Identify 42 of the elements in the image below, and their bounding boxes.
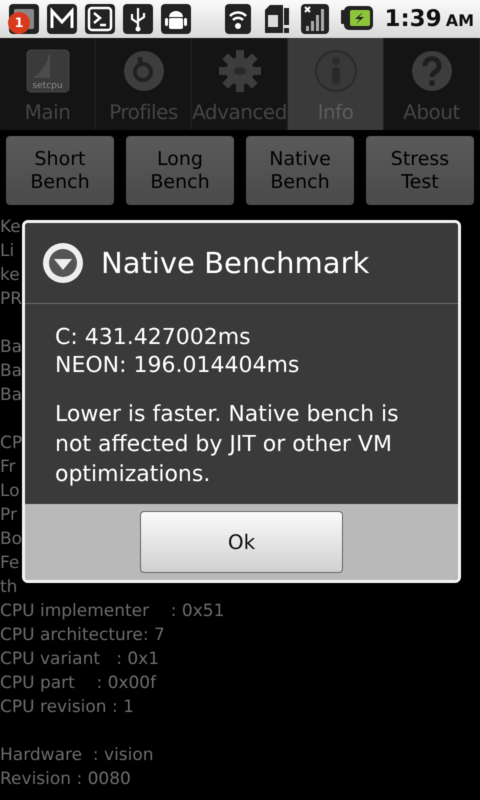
info-text: Ke: [0, 216, 21, 239]
info-text: Ba: [0, 336, 22, 359]
dialog-message: Lower is faster. Native bench is not affected by JIT or other VM optimizations.: [55, 401, 400, 489]
info-text: Fe: [0, 552, 20, 575]
dialog-title: Native Benchmark: [101, 246, 370, 280]
info-text: CPU part : 0x00f: [0, 672, 156, 695]
info-text: CPU revision : 1: [0, 696, 134, 719]
bench-button[interactable]: Long Bench: [126, 136, 234, 205]
bench-button[interactable]: Short Bench: [6, 136, 114, 205]
logo-text: setcpu: [31, 81, 64, 91]
wifi-icon: [224, 2, 252, 36]
chart-logo-icon: [24, 48, 70, 94]
info-text: PR: [0, 288, 22, 311]
sim-card-icon: [262, 2, 290, 36]
usb-icon: [122, 2, 154, 36]
clock-time: 1:39: [384, 6, 442, 32]
info-text: CPU variant : 0x1: [0, 648, 160, 671]
clock-meridiem: AM: [446, 11, 474, 30]
mail-icon: [46, 2, 78, 36]
info-text: CP: [0, 432, 22, 455]
signal-icon: [300, 2, 330, 36]
android-icon: [160, 2, 192, 36]
result-text: NEON: 196.014404ms: [55, 352, 300, 380]
terminal-icon: [84, 2, 116, 36]
info-text: Li: [0, 240, 14, 263]
info-text: Hardware : vision: [0, 744, 154, 767]
info-text: Pr: [0, 504, 17, 527]
info-text: th: [0, 576, 18, 599]
info-text: Bo: [0, 528, 22, 551]
gear-icon: [216, 48, 262, 94]
info-text: CPU architecture: 7: [0, 624, 165, 647]
info-text: Fr: [0, 456, 16, 479]
result-text: C: 431.427002ms: [55, 324, 252, 352]
bench-button[interactable]: Native Bench: [246, 136, 354, 205]
info-text: ke: [0, 264, 20, 287]
info-text: Lo: [0, 480, 20, 503]
info-text: Ba: [0, 384, 22, 407]
bench-button[interactable]: Stress Test: [366, 136, 474, 205]
info-text: CPU implementer : 0x51: [0, 600, 224, 623]
info-text: Ba: [0, 360, 22, 383]
info-text: Revision : 0080: [0, 768, 131, 791]
ok-button[interactable]: Ok: [140, 511, 343, 573]
